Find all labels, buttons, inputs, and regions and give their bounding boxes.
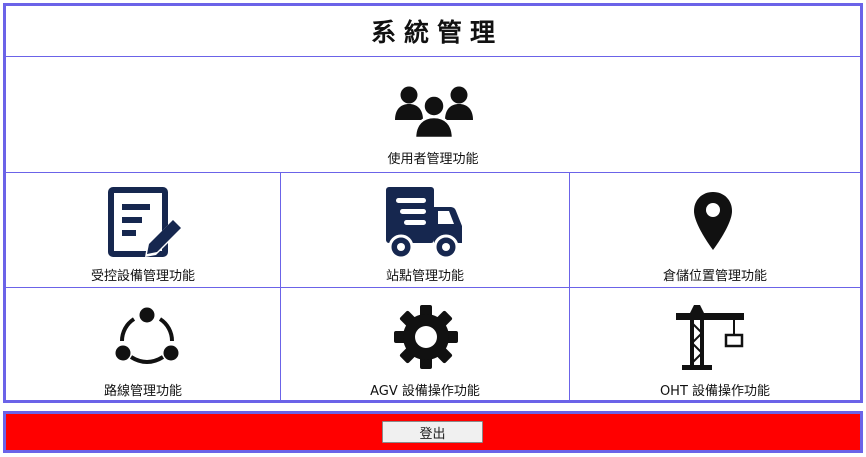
storage-location-cell: 倉儲位置管理功能 [570, 173, 860, 287]
page-title: 系統管理 [370, 18, 503, 47]
logout-bar: 登出 [3, 411, 863, 453]
agv-cell: AGV 設備操作功能 [281, 288, 570, 400]
agv-operation-button[interactable]: AGV 設備操作功能 [281, 288, 569, 400]
menu-row-2: 受控設備管理功能 站點管理功能 倉儲位置管理功能 [6, 173, 860, 288]
title-row: 系統管理 [6, 6, 860, 57]
user-management-row: 使用者管理功能 [6, 57, 860, 173]
station-management-button[interactable]: 站點管理功能 [281, 173, 569, 287]
logout-button[interactable]: 登出 [382, 421, 483, 443]
equipment-control-cell: 受控設備管理功能 [6, 173, 281, 287]
route-management-button[interactable]: 路線管理功能 [6, 288, 280, 400]
station-cell: 站點管理功能 [281, 173, 570, 287]
route-management-label: 路線管理功能 [103, 384, 182, 399]
user-management-label: 使用者管理功能 [387, 152, 479, 167]
user-management-button[interactable]: 使用者管理功能 [6, 57, 860, 172]
map-pin-icon [694, 192, 732, 250]
crane-icon [676, 305, 744, 370]
route-nodes-icon [115, 307, 179, 364]
oht-cell: OHT 設備操作功能 [570, 288, 860, 400]
menu-row-3: 路線管理功能 AGV 設備操作功能 OHT 設備操作功能 [6, 288, 860, 400]
route-cell: 路線管理功能 [6, 288, 281, 400]
equipment-control-label: 受控設備管理功能 [90, 269, 195, 284]
edit-document-icon [108, 187, 182, 257]
station-management-label: 站點管理功能 [385, 269, 464, 284]
delivery-truck-icon [386, 187, 462, 260]
agv-operation-label: AGV 設備操作功能 [370, 384, 480, 399]
storage-location-button[interactable]: 倉儲位置管理功能 [570, 173, 860, 287]
system-management-panel: 系統管理 使用者管理功能 受控設備管理功能 站點管理功能 倉儲位置管理功能 路線… [3, 3, 863, 403]
oht-operation-label: OHT 設備操作功能 [659, 384, 771, 399]
users-group-icon [395, 86, 473, 140]
oht-operation-button[interactable]: OHT 設備操作功能 [570, 288, 860, 400]
storage-location-label: 倉儲位置管理功能 [662, 269, 767, 284]
equipment-control-button[interactable]: 受控設備管理功能 [6, 173, 280, 287]
gear-icon [394, 305, 458, 369]
